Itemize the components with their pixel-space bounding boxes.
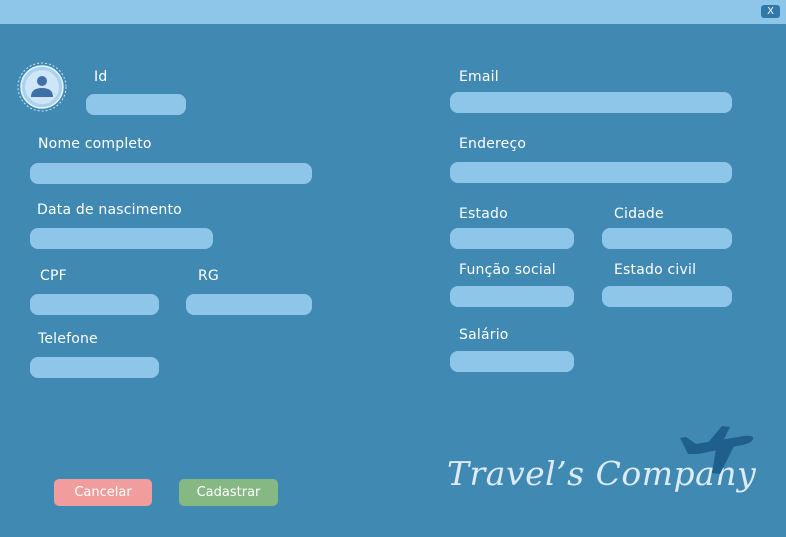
estado-field[interactable] [450,228,574,249]
email-field[interactable] [450,92,732,113]
id-field[interactable] [86,94,186,115]
cidade-label: Cidade [614,206,664,222]
estado-civil-label: Estado civil [614,262,697,278]
telefone-field[interactable] [30,357,159,378]
nome-completo-field[interactable] [30,163,312,184]
endereco-field[interactable] [450,162,732,183]
data-nascimento-field[interactable] [30,228,213,249]
id-label: Id [94,69,108,85]
estado-label: Estado [459,206,508,222]
cancel-button[interactable]: Cancelar [54,479,152,506]
rg-label: RG [198,268,219,284]
nome-completo-label: Nome completo [38,136,152,152]
submit-button[interactable]: Cadastrar [179,479,278,506]
estado-civil-field[interactable] [602,286,732,307]
cpf-label: CPF [40,268,67,284]
rg-field[interactable] [186,294,312,315]
data-nascimento-label: Data de nascimento [37,202,182,218]
funcao-social-field[interactable] [450,286,574,307]
cpf-field[interactable] [30,294,159,315]
title-bar: X [0,0,786,24]
salario-field[interactable] [450,351,574,372]
airplane-icon [680,426,754,474]
telefone-label: Telefone [38,331,98,347]
email-label: Email [459,69,499,85]
close-button[interactable]: X [761,5,780,18]
user-avatar-icon [17,62,67,112]
salario-label: Salário [459,327,509,343]
close-icon: X [767,6,774,17]
cidade-field[interactable] [602,228,732,249]
endereco-label: Endereço [459,136,527,152]
funcao-social-label: Função social [459,262,556,278]
